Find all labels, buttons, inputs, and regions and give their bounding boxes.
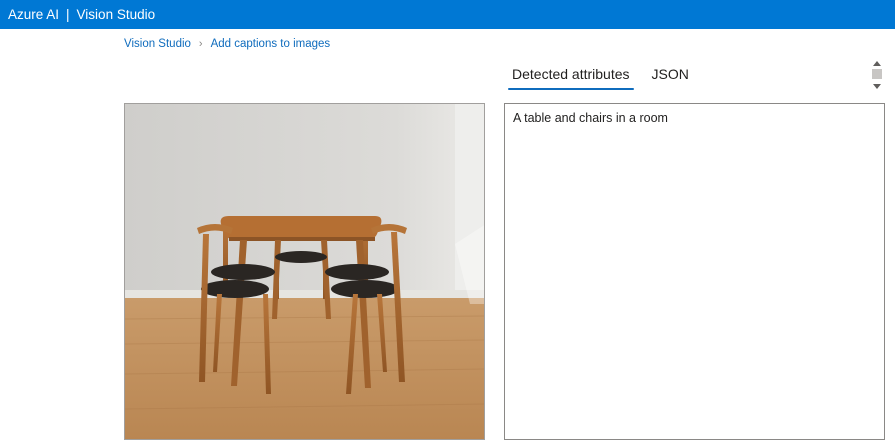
top-app-bar: Azure AI | Vision Studio — [0, 0, 895, 29]
brand-link[interactable]: Azure AI — [8, 7, 59, 22]
scroll-thumb[interactable] — [872, 69, 882, 79]
table-and-chairs-photo — [125, 104, 484, 439]
breadcrumb-item-vision-studio[interactable]: Vision Studio — [124, 38, 191, 50]
scroll-down-icon[interactable] — [873, 84, 881, 89]
scroll-up-icon[interactable] — [873, 61, 881, 66]
tab-json[interactable]: JSON — [644, 60, 697, 90]
caption-results-panel: A table and chairs in a room — [504, 103, 885, 440]
input-image — [124, 103, 485, 440]
breadcrumb: Vision Studio › Add captions to images — [124, 38, 330, 50]
result-tabs: Detected attributes JSON — [504, 60, 697, 90]
chevron-right-icon: › — [198, 38, 203, 50]
breadcrumb-item-add-captions[interactable]: Add captions to images — [211, 38, 331, 50]
product-link[interactable]: Vision Studio — [77, 7, 156, 22]
header-separator: | — [66, 7, 70, 22]
caption-text: A table and chairs in a room — [513, 111, 668, 125]
scrollbar[interactable] — [871, 58, 883, 92]
tab-detected-attributes[interactable]: Detected attributes — [504, 60, 638, 90]
